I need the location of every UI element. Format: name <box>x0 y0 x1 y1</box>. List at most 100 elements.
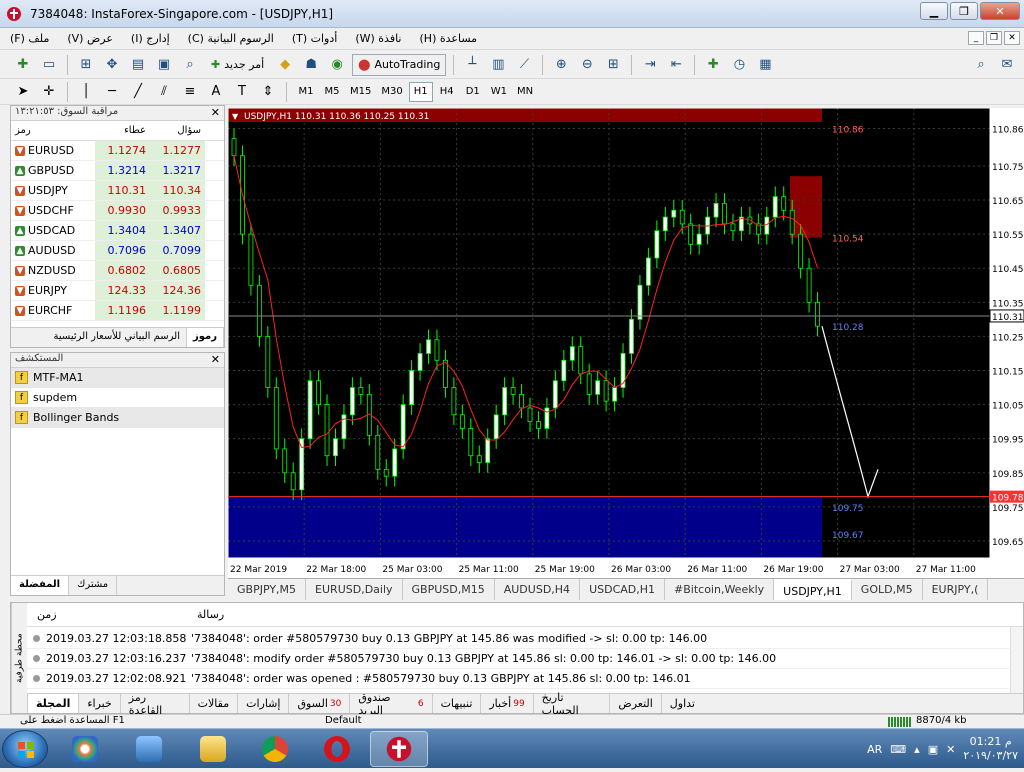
text-icon[interactable]: A <box>205 81 227 103</box>
journal-row[interactable]: 2019.03.27 12:03:18.858 '7384048': order … <box>27 629 1009 649</box>
navigator-icon[interactable]: ▤ <box>127 54 149 76</box>
market-watch-row[interactable]: ▼ EURCHF 1.1196 1.1199 <box>11 301 224 321</box>
timeframe-w1[interactable]: W1 <box>487 82 511 102</box>
language-indicator[interactable]: AR <box>867 743 882 756</box>
terminal-tab[interactable]: تداول <box>660 694 703 713</box>
terminal-tab[interactable]: خبراء <box>78 694 119 713</box>
market-watch-row[interactable]: ▲ AUDUSD 0.7096 0.7099 <box>11 241 224 261</box>
crosshair-icon[interactable]: ✛ <box>38 81 60 103</box>
terminal-tab[interactable]: تنبيهات <box>431 694 481 713</box>
market-watch-row[interactable]: ▼ USDCHF 0.9930 0.9933 <box>11 201 224 221</box>
chart-tab[interactable]: EURUSD,Daily <box>306 579 403 600</box>
zoom-out-icon[interactable]: ⊖ <box>576 54 598 76</box>
mdi-close-button[interactable]: ✕ <box>1004 31 1020 45</box>
chart-tab[interactable]: GOLD,M5 <box>852 579 923 600</box>
market-watch-row[interactable]: ▼ EURUSD 1.1274 1.1277 <box>11 141 224 161</box>
market-watch-row[interactable]: ▲ GBPUSD 1.3214 1.3217 <box>11 161 224 181</box>
mdi-restore-button[interactable]: ❐ <box>986 31 1002 45</box>
market-watch-row[interactable]: ▼ USDJPY 110.31 110.34 <box>11 181 224 201</box>
col-bid[interactable]: عطاء <box>95 121 150 140</box>
periods-icon[interactable]: ◷ <box>728 54 750 76</box>
keyboard-icon[interactable]: ⌨ <box>890 743 906 756</box>
new-order-button[interactable]: ✚ أمر جديد <box>205 54 270 76</box>
terminal-scrollbar[interactable] <box>1010 627 1023 693</box>
col-symbol[interactable]: رمز <box>11 121 95 140</box>
navigator-item[interactable]: f Bollinger Bands <box>11 408 224 428</box>
trendline-icon[interactable]: ╱ <box>127 81 149 103</box>
minimize-button[interactable]: ▁ <box>920 2 948 20</box>
timeframe-m15[interactable]: M15 <box>346 82 375 102</box>
close-market-watch-icon[interactable]: ✕ <box>211 106 220 119</box>
search-icon[interactable]: ⌕ <box>970 54 992 76</box>
chart-canvas[interactable]: 110.86 110.75 110.65 110.55 110.45 110.35 110.… <box>228 108 1024 578</box>
new-chart-icon[interactable]: ✚ <box>12 54 34 76</box>
tab-favorites[interactable]: المفضلة <box>11 576 70 595</box>
cursor-icon[interactable]: ➤ <box>12 81 34 103</box>
start-button[interactable] <box>2 730 48 768</box>
navigator-item[interactable]: f MTF-MA1 <box>11 368 224 388</box>
network-icon[interactable]: ▣ <box>928 743 938 756</box>
chart-tab[interactable]: AUDUSD,H4 <box>495 579 581 600</box>
market-watch-icon[interactable]: ⊞ <box>75 54 97 76</box>
taskbar-media-player[interactable] <box>120 731 178 767</box>
tab-symbols[interactable]: رموز <box>187 328 224 347</box>
journal-row[interactable]: 2019.03.27 12:02:08.921 '7384048': order … <box>27 669 1009 689</box>
candlestick-icon[interactable]: ▥ <box>487 54 509 76</box>
tab-common[interactable]: مشترك <box>69 576 118 595</box>
close-navigator-icon[interactable]: ✕ <box>211 353 220 366</box>
col-ask[interactable]: سؤال <box>150 121 205 140</box>
vps-icon[interactable]: ◉ <box>326 54 348 76</box>
terminal-tab[interactable]: صندوق البريد 6 <box>349 691 431 717</box>
menu-item[interactable]: الرسوم البيانية (C) <box>188 32 274 45</box>
templates-icon[interactable]: ▦ <box>754 54 776 76</box>
menu-item[interactable]: إدارج (I) <box>131 32 170 45</box>
show-hidden-icons[interactable]: ▴ <box>914 743 920 756</box>
chat-icon[interactable]: ✉ <box>996 54 1018 76</box>
strategy-tester-icon[interactable]: ⌕ <box>179 54 201 76</box>
clock[interactable]: 01:21 م ٢٠١٩/٠٣/٢٧ <box>963 735 1018 763</box>
terminal-icon[interactable]: ▣ <box>153 54 175 76</box>
horizontal-line-icon[interactable]: ─ <box>101 81 123 103</box>
terminal-tab[interactable]: المجلة <box>27 694 79 713</box>
timeframe-h4[interactable]: H4 <box>435 82 459 102</box>
taskbar-explorer[interactable] <box>184 731 242 767</box>
mdi-minimize-button[interactable]: _ <box>968 31 984 45</box>
journal-row[interactable]: 2019.03.27 12:03:16.237 '7384048': modify… <box>27 649 1009 669</box>
chart-shift-icon[interactable]: ⇤ <box>665 54 687 76</box>
terminal-tab[interactable]: رمز القاعدة <box>119 691 189 717</box>
menu-item[interactable]: ملف (F) <box>10 32 49 45</box>
profiles-icon[interactable]: ▭ <box>38 54 60 76</box>
taskbar-paint[interactable] <box>56 731 114 767</box>
col-time[interactable]: زمن <box>27 603 187 626</box>
market-watch-row[interactable]: ▼ EURJPY 124.33 124.36 <box>11 281 224 301</box>
price-chart[interactable]: 110.86 110.75 110.65 110.55 110.45 110.35 110.… <box>228 108 1024 578</box>
maximize-button[interactable]: ❐ <box>950 2 978 20</box>
terminal-tab[interactable]: أخبار 99 <box>480 694 532 713</box>
metaeditor-icon[interactable]: ◆ <box>274 54 296 76</box>
equidistant-channel-icon[interactable]: ⫽ <box>153 81 175 103</box>
timeframe-mn[interactable]: MN <box>513 82 537 102</box>
terminal-tab[interactable]: مقالات <box>188 694 237 713</box>
arrows-icon[interactable]: ⇕ <box>257 81 279 103</box>
chart-tab[interactable]: GBPJPY,M5 <box>228 579 307 600</box>
volume-icon[interactable]: ✕ <box>946 743 955 756</box>
status-profile[interactable]: Default <box>325 715 362 726</box>
signals-icon[interactable]: ☗ <box>300 54 322 76</box>
col-message[interactable]: رسالة <box>187 603 224 626</box>
indicators-icon[interactable]: ✚ <box>702 54 724 76</box>
chart-tab[interactable]: USDJPY,H1 <box>774 579 852 600</box>
chart-tab[interactable]: USDCAD,H1 <box>580 579 666 600</box>
taskbar-chrome[interactable] <box>246 731 304 767</box>
timeframe-m30[interactable]: M30 <box>377 82 406 102</box>
menu-item[interactable]: نافذة (W) <box>355 32 401 45</box>
timeframe-d1[interactable]: D1 <box>461 82 485 102</box>
text-label-icon[interactable]: T <box>231 81 253 103</box>
terminal-tab[interactable]: التعرض <box>609 694 660 713</box>
close-button[interactable]: ✕ <box>980 2 1020 20</box>
tab-tick-chart[interactable]: الرسم البياني للأسعار الرئيسية <box>48 328 188 347</box>
zoom-in-icon[interactable]: ⊕ <box>550 54 572 76</box>
chart-tab[interactable]: GBPUSD,M15 <box>403 579 495 600</box>
menu-item[interactable]: عرض (V) <box>67 32 113 45</box>
menu-item[interactable]: أدوات (T) <box>292 32 338 45</box>
auto-scroll-icon[interactable]: ⇥ <box>639 54 661 76</box>
